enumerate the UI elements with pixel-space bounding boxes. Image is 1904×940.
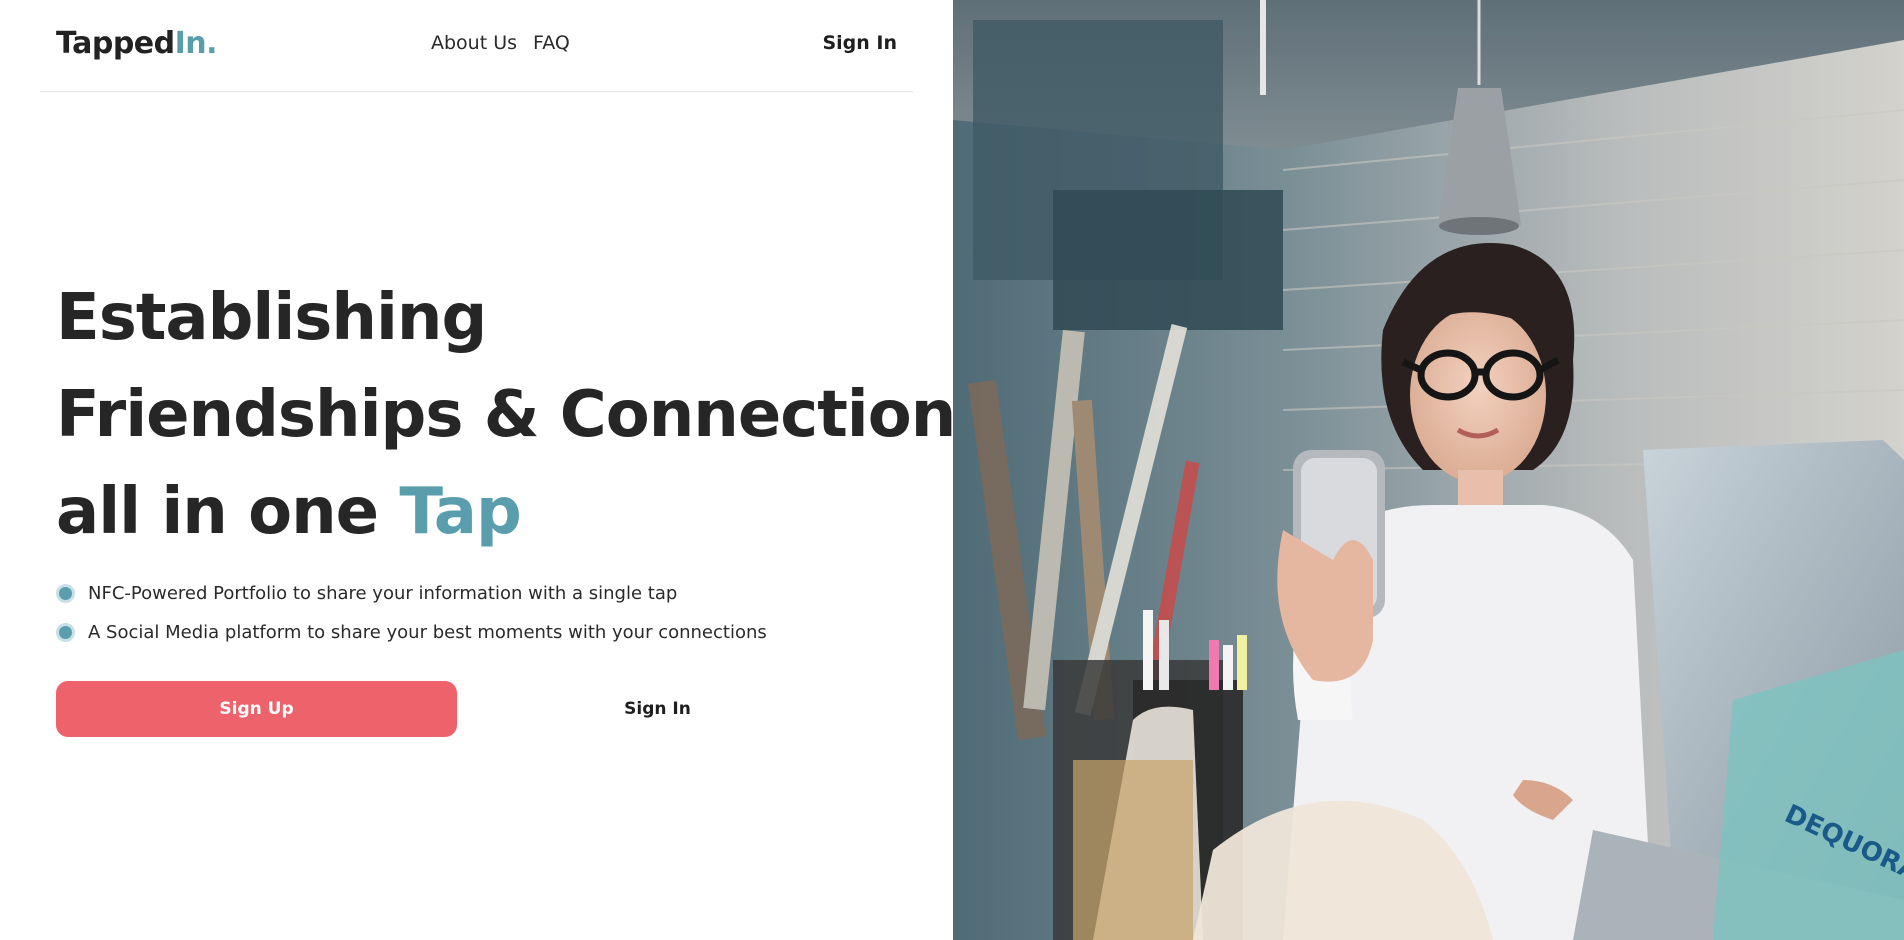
- feature-text: NFC-Powered Portfolio to share your info…: [88, 583, 678, 604]
- bullet-dot-icon: [56, 584, 75, 603]
- top-nav: TappedIn. About Us FAQ Sign In: [40, 0, 913, 92]
- nav-links: About Us FAQ: [431, 32, 570, 54]
- sign-in-button[interactable]: Sign In: [457, 681, 858, 737]
- feature-item: NFC-Powered Portfolio to share your info…: [56, 574, 767, 613]
- sign-up-button[interactable]: Sign Up: [56, 681, 457, 737]
- hero-heading: Establishing Friendships & Connections, …: [56, 270, 1017, 561]
- nav-sign-in-link[interactable]: Sign In: [822, 32, 897, 54]
- hero-photo-illustration: DEQUORA: [953, 0, 1904, 940]
- feature-item: A Social Media platform to share your be…: [56, 613, 767, 652]
- feature-list: NFC-Powered Portfolio to share your info…: [56, 574, 767, 652]
- hero-line-3-prefix: all in one: [56, 475, 400, 549]
- brand-name-accent: In.: [174, 26, 218, 61]
- hero-line-1: Establishing: [56, 281, 487, 355]
- hero-accent-word: Tap: [399, 475, 521, 549]
- hero-line-2: Friendships & Connections,: [56, 378, 1017, 452]
- feature-text: A Social Media platform to share your be…: [88, 622, 767, 643]
- landing-panel: TappedIn. About Us FAQ Sign In Establish…: [0, 0, 1017, 940]
- hero-photo: DEQUORA: [953, 0, 1904, 940]
- brand-name-main: Tapped: [56, 26, 175, 61]
- hero-line-3: all in one Tap: [56, 464, 936, 561]
- bullet-dot-icon: [56, 623, 75, 642]
- nav-link-faq[interactable]: FAQ: [533, 32, 570, 54]
- brand-logo[interactable]: TappedIn.: [56, 26, 218, 61]
- nav-link-about-us[interactable]: About Us: [431, 32, 517, 54]
